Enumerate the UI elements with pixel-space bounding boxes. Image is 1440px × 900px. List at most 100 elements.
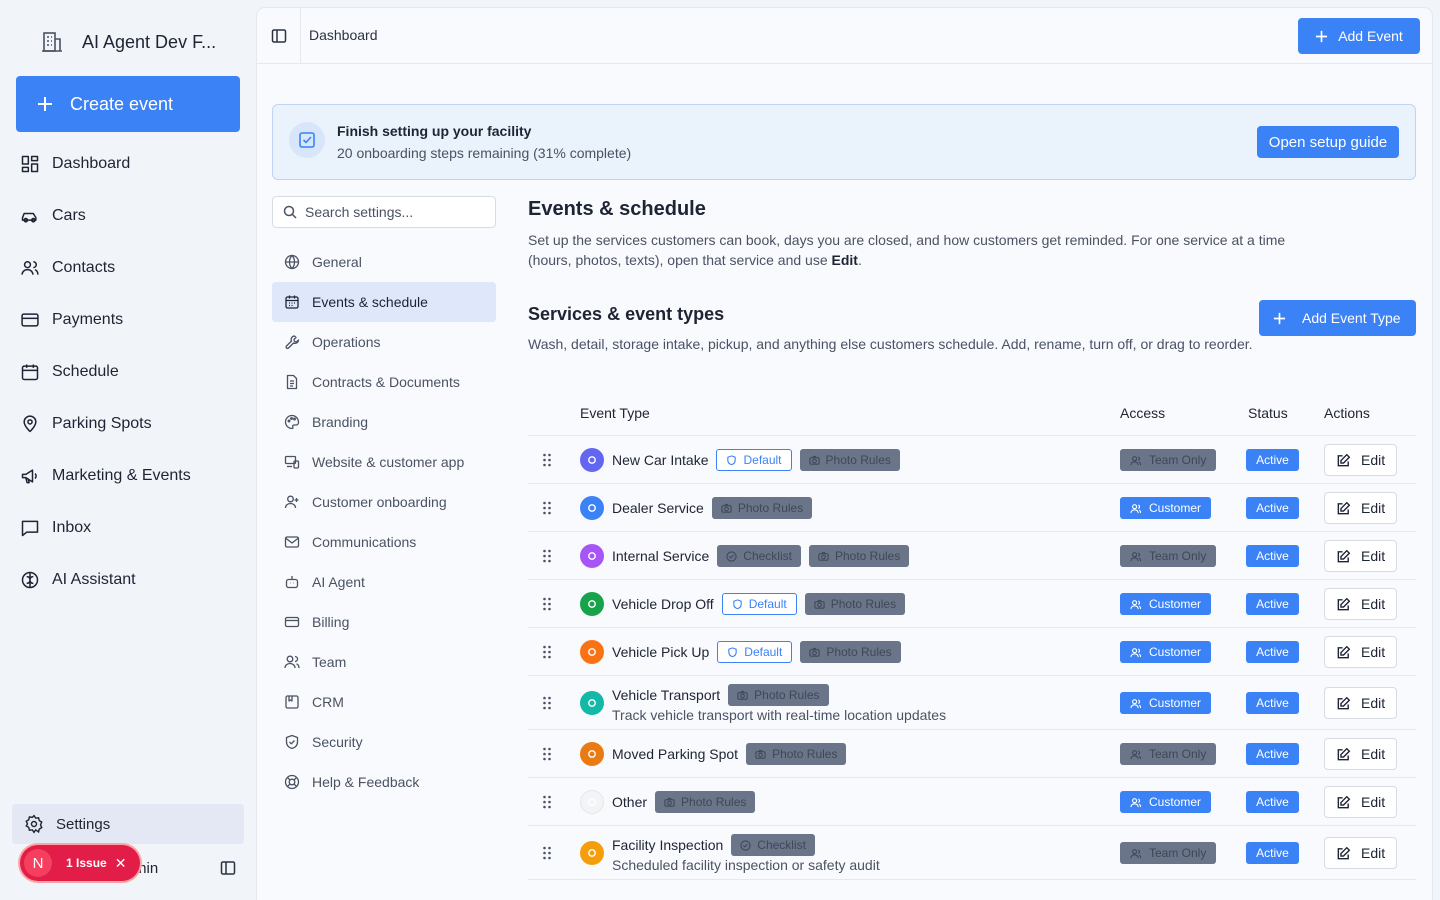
settings-nav-customer-onboarding[interactable]: Customer onboarding — [272, 482, 496, 522]
add-event-type-button[interactable]: Add Event Type — [1259, 300, 1416, 336]
open-setup-guide-button[interactable]: Open setup guide — [1257, 126, 1399, 158]
settings-nav-operations[interactable]: Operations — [272, 322, 496, 362]
status-badge[interactable]: Active — [1246, 791, 1299, 813]
edit-button[interactable]: Edit — [1324, 444, 1397, 476]
sidebar-item-marketing-events[interactable]: Marketing & Events — [20, 450, 244, 502]
main-panel: Dashboard Add Event Finish setting up yo… — [257, 8, 1432, 900]
photo-rules-badge: Photo Rules — [804, 593, 906, 615]
sidebar-item-schedule[interactable]: Schedule — [20, 346, 244, 398]
table-body: New Car Intake Default Photo Rules Team Onl… — [528, 436, 1416, 880]
sidebar-toggle-icon[interactable] — [271, 28, 287, 44]
settings-nav-branding[interactable]: Branding — [272, 402, 496, 442]
header-access: Access — [1120, 405, 1166, 421]
badge-label: Photo Rules — [825, 453, 891, 467]
facility-switcher[interactable]: AI Agent Dev F... — [40, 30, 216, 54]
drag-handle-icon[interactable] — [542, 549, 552, 563]
badge-label: Photo Rules — [830, 597, 897, 611]
edit-button[interactable]: Edit — [1324, 738, 1397, 770]
edit-button[interactable]: Edit — [1324, 588, 1397, 620]
settings-nav-label: Security — [312, 734, 363, 750]
setup-progress: 20 onboarding steps remaining (31% compl… — [337, 145, 632, 161]
topbar: Dashboard Add Event — [257, 8, 1432, 64]
megaphone-icon — [21, 469, 37, 484]
sidebar-collapse-icon[interactable] — [220, 860, 236, 876]
settings-nav-team[interactable]: Team — [272, 642, 496, 682]
add-event-button[interactable]: Add Event — [1298, 18, 1420, 54]
status-badge[interactable]: Active — [1246, 641, 1299, 663]
sidebar-item-ai-assistant[interactable]: AI Assistant — [20, 554, 244, 606]
edit-label: Edit — [1361, 746, 1386, 762]
event-types-table: Event Type Access Status Actions New Car… — [528, 392, 1416, 880]
drag-handle-icon[interactable] — [542, 501, 552, 515]
user-plus-icon — [284, 495, 299, 509]
drag-handle-icon[interactable] — [542, 795, 552, 809]
photo-rules-badge: Photo Rules — [746, 743, 847, 765]
event-type-name-line: Vehicle Transport Photo Rules — [612, 684, 829, 706]
event-type-icon — [580, 790, 604, 814]
drag-handle-icon[interactable] — [542, 846, 552, 860]
sidebar-item-parking-spots[interactable]: Parking Spots — [20, 398, 244, 450]
settings-nav-events-schedule[interactable]: Events & schedule — [272, 282, 496, 322]
settings-nav-communications[interactable]: Communications — [272, 522, 496, 562]
drag-handle-icon[interactable] — [542, 696, 552, 710]
app-sidebar: AI Agent Dev F... Create event Dashboard… — [0, 0, 256, 900]
sidebar-item-label: Inbox — [52, 519, 92, 536]
settings-nav-label: General — [312, 254, 362, 270]
users-icon — [284, 655, 300, 669]
dashboard-icon — [21, 155, 39, 173]
close-icon[interactable]: ✕ — [115, 855, 127, 872]
edit-button[interactable]: Edit — [1324, 540, 1397, 572]
status-badge[interactable]: Active — [1246, 449, 1299, 471]
check-circle-icon — [740, 839, 751, 851]
facility-name: AI Agent Dev F... — [82, 31, 217, 52]
sidebar-item-contacts[interactable]: Contacts — [20, 242, 244, 294]
checklist-badge: Checklist — [717, 545, 801, 567]
main-nav: Dashboard Cars Contacts Payments Schedule Par… — [20, 138, 244, 606]
camera-icon — [814, 599, 825, 610]
event-type-name-line: Vehicle Drop Off Default Photo Rules — [612, 593, 906, 615]
settings-search-input[interactable] — [305, 204, 485, 220]
edit-button[interactable]: Edit — [1324, 636, 1397, 668]
edit-label: Edit — [1361, 548, 1386, 564]
status-badge[interactable]: Active — [1246, 743, 1299, 765]
edit-button[interactable]: Edit — [1324, 786, 1397, 818]
settings-nav-general[interactable]: General — [272, 242, 496, 282]
edit-icon — [1337, 453, 1351, 466]
access-badge: Customer — [1120, 593, 1212, 615]
create-event-button[interactable]: Create event — [16, 76, 240, 132]
status-badge[interactable]: Active — [1246, 545, 1299, 567]
status-badge[interactable]: Active — [1246, 692, 1299, 714]
drag-handle-icon[interactable] — [542, 645, 552, 659]
settings-nav-billing[interactable]: Billing — [272, 602, 496, 642]
settings-nav-crm[interactable]: CRM — [272, 682, 496, 722]
sidebar-item-dashboard[interactable]: Dashboard — [20, 138, 244, 190]
settings-nav-security[interactable]: Security — [272, 722, 496, 762]
sidebar-item-settings[interactable]: Settings — [12, 804, 244, 844]
photo-rules-badge: Photo Rules — [655, 791, 756, 813]
status-badge[interactable]: Active — [1246, 593, 1299, 615]
edit-button[interactable]: Edit — [1324, 837, 1397, 869]
edit-button[interactable]: Edit — [1324, 687, 1397, 719]
breadcrumb[interactable]: Dashboard — [309, 27, 378, 43]
access-label: Customer — [1149, 795, 1202, 809]
sidebar-item-inbox[interactable]: Inbox — [20, 502, 244, 554]
issue-indicator[interactable]: N 1 Issue ✕ — [20, 845, 140, 881]
settings-search[interactable] — [272, 196, 496, 228]
sidebar-item-cars[interactable]: Cars — [20, 190, 244, 242]
sidebar-item-label: Cars — [52, 207, 86, 224]
settings-nav-help-feedback[interactable]: Help & Feedback — [272, 762, 496, 802]
create-event-label: Create event — [70, 93, 174, 114]
settings-nav-label: AI Agent — [312, 574, 365, 590]
status-badge[interactable]: Active — [1246, 842, 1299, 864]
drag-handle-icon[interactable] — [542, 453, 552, 467]
access-badge: Customer — [1120, 497, 1212, 519]
status-badge[interactable]: Active — [1246, 497, 1299, 519]
edit-button[interactable]: Edit — [1324, 492, 1397, 524]
drag-handle-icon[interactable] — [542, 597, 552, 611]
drag-handle-icon[interactable] — [542, 747, 552, 761]
settings-nav-website-customer-app[interactable]: Website & customer app — [272, 442, 496, 482]
settings-nav-ai-agent[interactable]: AI Agent — [272, 562, 496, 602]
sidebar-item-payments[interactable]: Payments — [20, 294, 244, 346]
settings-nav-contracts-documents[interactable]: Contracts & Documents — [272, 362, 496, 402]
access-badge: Customer — [1120, 791, 1212, 813]
